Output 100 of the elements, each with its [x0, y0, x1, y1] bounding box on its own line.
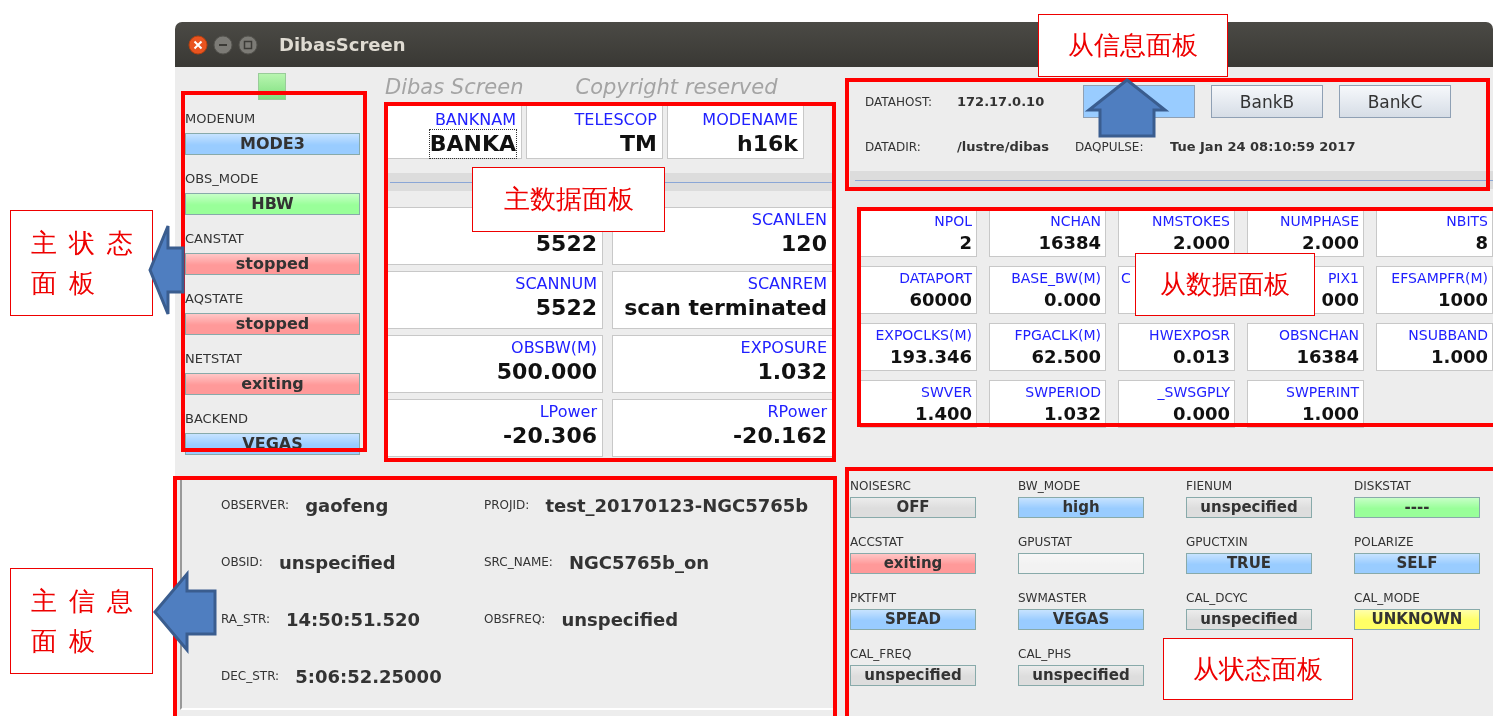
- status-indicator: ----: [1354, 497, 1480, 518]
- bank-button[interactable]: BankC: [1339, 85, 1451, 118]
- cell-label: NBITS: [1446, 212, 1488, 231]
- maximize-button[interactable]: [238, 34, 258, 55]
- cell-label: SCANLEN: [751, 210, 827, 230]
- cell-label: SWPERIOD: [1025, 383, 1101, 402]
- cell-label: EXPOSURE: [740, 338, 827, 358]
- cell-label: NMSTOKES: [1152, 212, 1230, 231]
- cell-value: 16384: [1038, 231, 1101, 254]
- cell-label: HWEXPOSR: [1149, 326, 1230, 345]
- field-value: 172.17.0.10: [957, 94, 1046, 109]
- cell-value: scan terminated: [624, 294, 827, 322]
- status-indicator: SPEAD: [850, 609, 976, 630]
- cell-value: -20.162: [732, 422, 827, 450]
- cell-value: 1.000: [1431, 345, 1488, 368]
- cell-value: 1.000: [1302, 402, 1359, 425]
- status-label: MODENUM: [185, 110, 256, 128]
- header-text: Copyright reserved: [575, 75, 778, 99]
- cell-value: 1.400: [915, 402, 972, 425]
- cell-label: NUMPHASE: [1279, 212, 1359, 231]
- field-label: DATAHOST:: [865, 94, 934, 109]
- cell-value: 1000: [1437, 288, 1488, 311]
- status-label: BACKEND: [185, 410, 249, 428]
- status-indicator: stopped: [185, 253, 360, 275]
- cell-label: SWVER: [921, 383, 972, 402]
- cell-value: 60000: [909, 288, 972, 311]
- status-label: CAL_FREQ: [850, 646, 912, 663]
- cell-value: 1.032: [757, 358, 827, 386]
- cell-value: 5522: [535, 294, 597, 322]
- field-value: gaofeng: [305, 494, 389, 516]
- status-label: GPUCTXIN: [1186, 534, 1248, 551]
- field-value: /lustre/dibas: [957, 139, 1050, 154]
- cell-value: 16384: [1296, 345, 1359, 368]
- cell-value: 0.013: [1173, 345, 1230, 368]
- bank-button[interactable]: BankB: [1211, 85, 1323, 118]
- field-label: OBSERVER:: [221, 498, 290, 512]
- minimize-button[interactable]: [213, 34, 233, 55]
- cell-label: PIX1: [1327, 269, 1359, 288]
- status-label: BW_MODE: [1018, 478, 1081, 495]
- window-title: DibasScreen: [279, 34, 406, 55]
- cell-label: BASE_BW(M): [1011, 269, 1101, 288]
- cell-label: MODENAME: [702, 110, 798, 130]
- status-label: CANSTAT: [185, 230, 244, 248]
- status-label: PKTFMT: [850, 590, 897, 607]
- status-label: GPUSTAT: [1018, 534, 1072, 551]
- cell-value: 500.000: [496, 358, 597, 386]
- cell-value: 2.000: [1173, 231, 1230, 254]
- status-label: NETSTAT: [185, 350, 242, 368]
- status-indicator: SELF: [1354, 553, 1480, 574]
- cell-value: TM: [620, 130, 657, 158]
- callout-label: 从状态面板: [1163, 638, 1353, 700]
- status-indicator: HBW: [185, 193, 360, 215]
- cell-label: FPGACLK(M): [1014, 326, 1101, 345]
- callout-label: 主数据面板: [472, 167, 665, 232]
- status-indicator: unspecified: [1186, 497, 1312, 518]
- field-value: unspecified: [561, 608, 679, 630]
- status-indicator: exiting: [850, 553, 976, 574]
- cell-label: SCANNUM: [515, 274, 597, 294]
- cell-label: NPOL: [934, 212, 972, 231]
- status-label: DISKSTAT: [1354, 478, 1411, 495]
- status-indicator: MODE3: [185, 133, 360, 155]
- cell-label: EFSAMPFR(M): [1391, 269, 1488, 288]
- field-value: Tue Jan 24 08:10:59 2017: [1170, 139, 1356, 154]
- status-label: AQSTATE: [185, 290, 244, 308]
- field-value: NGC5765b_on: [568, 551, 710, 573]
- cell-value: 8: [1475, 231, 1488, 254]
- status-indicator: UNKNOWN: [1354, 609, 1480, 630]
- cell-value: 0.000: [1173, 402, 1230, 425]
- field-label: PROJID:: [484, 498, 530, 512]
- callout-label: 从数据面板: [1135, 253, 1315, 316]
- status-indicator: TRUE: [1186, 553, 1312, 574]
- cell-label: _SWSGPLY: [1157, 383, 1230, 402]
- cell-value: 0.000: [1044, 288, 1101, 311]
- field-label: DEC_STR:: [221, 669, 280, 683]
- field-value: 14:50:51.520: [286, 608, 420, 630]
- cell-value: 5522: [535, 230, 597, 258]
- status-indicator: high: [1018, 497, 1144, 518]
- cell-value: -20.306: [502, 422, 597, 450]
- field-label: OBSID:: [221, 555, 263, 569]
- cell-label: LPower: [539, 402, 597, 422]
- status-indicator: unspecified: [850, 665, 976, 686]
- cell-value: 000: [1321, 288, 1359, 311]
- status-indicator: VEGAS: [1018, 609, 1144, 630]
- cell-label: DATAPORT: [899, 269, 972, 288]
- cell-label: RPower: [767, 402, 827, 422]
- close-button[interactable]: [188, 34, 208, 55]
- cell-value: 1.032: [1044, 402, 1101, 425]
- cell-label: OBSBW(M): [511, 338, 597, 358]
- status-indicator: exiting: [185, 373, 360, 395]
- cell-label: SWPERINT: [1286, 383, 1359, 402]
- cell-label: NCHAN: [1050, 212, 1101, 231]
- cell-label: BANKNAM: [434, 110, 516, 130]
- status-label: SWMASTER: [1018, 590, 1087, 607]
- cell-value: 2: [959, 231, 972, 254]
- status-indicator: stopped: [185, 313, 360, 335]
- status-label: ACCSTAT: [850, 534, 904, 551]
- field-label: DATADIR:: [865, 139, 922, 154]
- cell-label: TELESCOP: [574, 110, 657, 130]
- field-value: 5:06:52.25000: [295, 665, 442, 687]
- cell-value: 2.000: [1302, 231, 1359, 254]
